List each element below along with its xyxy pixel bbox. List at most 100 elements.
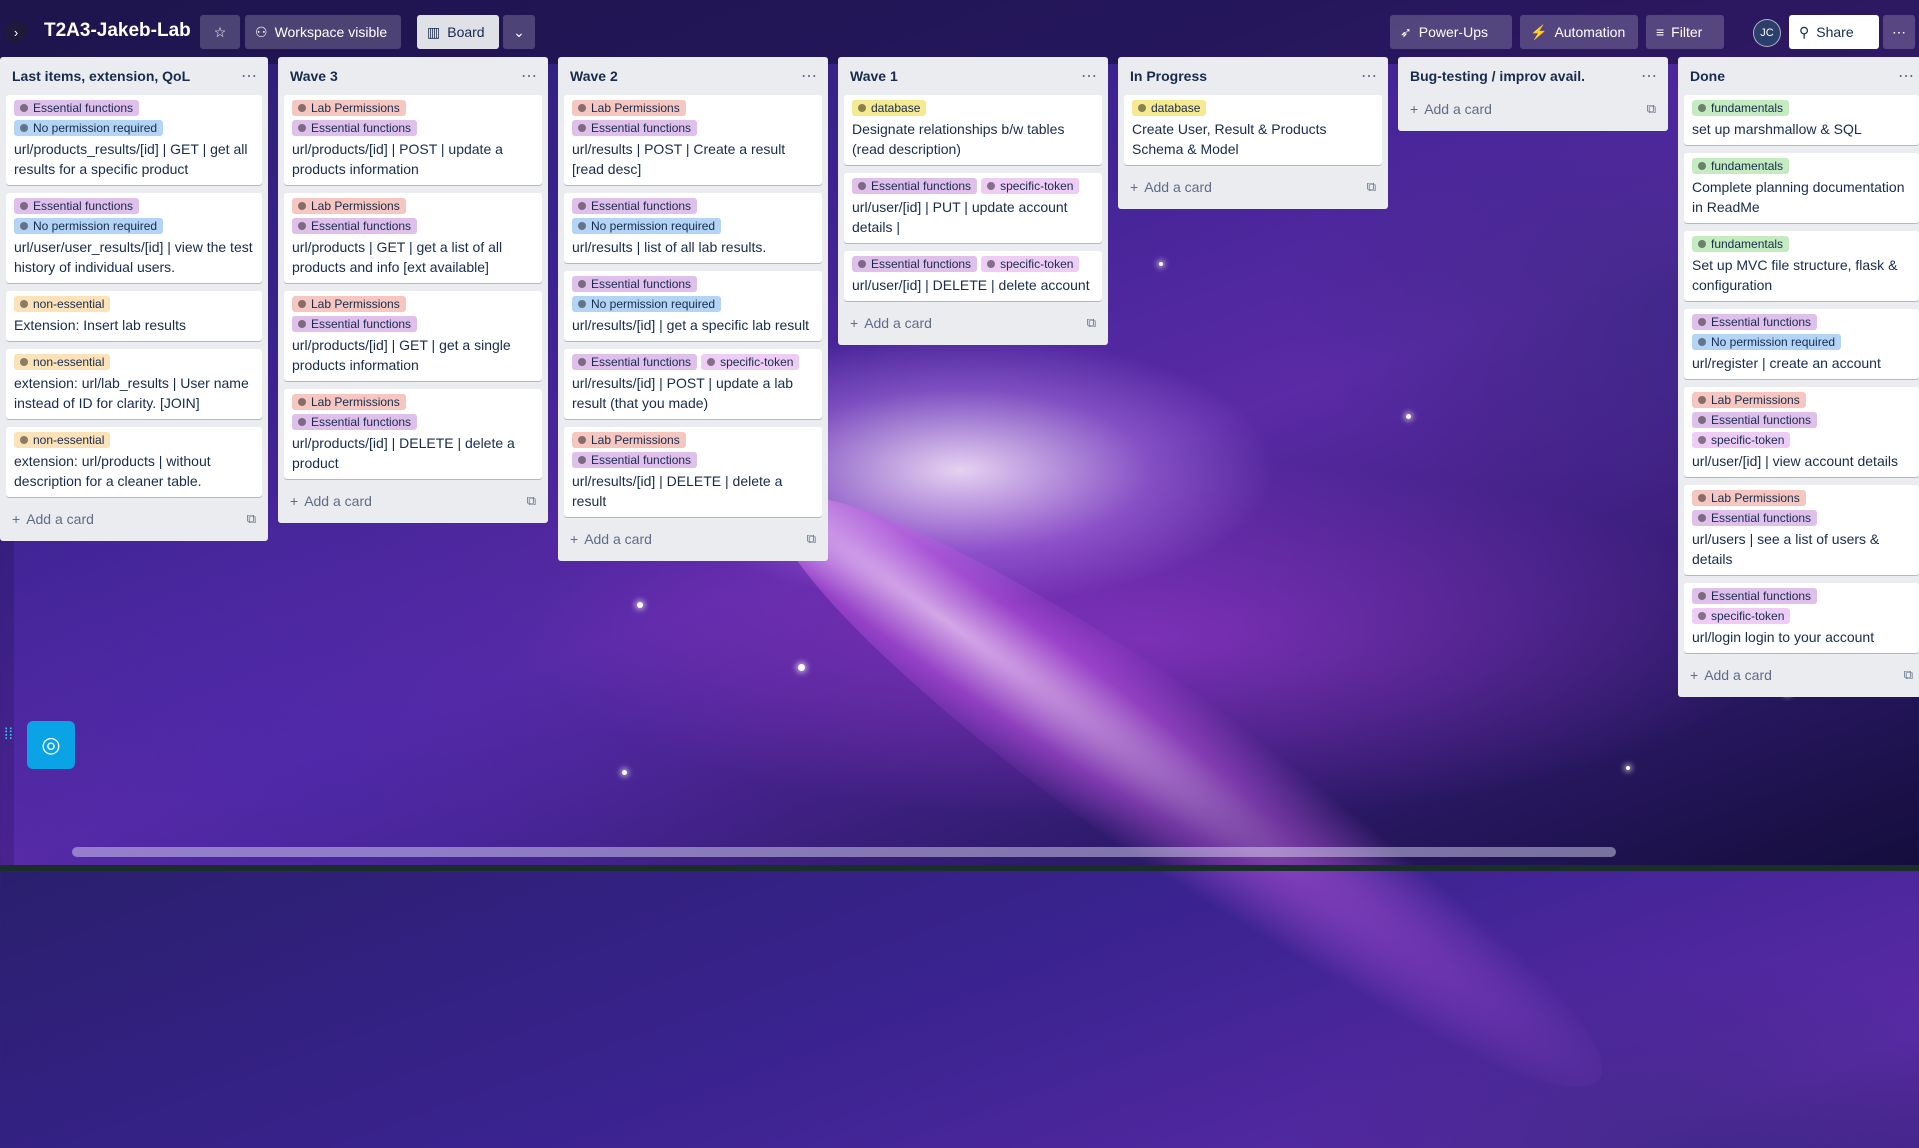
card-template-icon[interactable]: ⧉: [807, 531, 816, 547]
card-label[interactable]: Essential functions: [572, 198, 698, 214]
card[interactable]: Lab Permissions Essential functions specif…: [1684, 387, 1919, 477]
add-card-button[interactable]: + Add a card ⧉: [1404, 95, 1662, 123]
card-label[interactable]: Lab Permissions: [292, 100, 406, 116]
card-label[interactable]: database: [852, 100, 927, 116]
card-label[interactable]: specific-token: [701, 354, 800, 370]
card[interactable]: fundamentals Set up MVC file structure, f…: [1684, 231, 1919, 301]
list-header[interactable]: Last items, extension, QoL ⋯: [6, 57, 262, 95]
card-label[interactable]: Lab Permissions: [292, 198, 406, 214]
list-header[interactable]: In Progress ⋯: [1124, 57, 1382, 95]
sidebar-toggle-icon[interactable]: ›: [5, 21, 27, 43]
add-card-button[interactable]: + Add a card ⧉: [1124, 173, 1382, 201]
workspace-visibility-button[interactable]: ⚇ Workspace visible: [245, 15, 401, 49]
card-label[interactable]: Essential functions: [14, 100, 140, 116]
card[interactable]: Lab Permissions Essential functions url/re…: [564, 95, 822, 185]
card-label[interactable]: database: [1132, 100, 1207, 116]
views-dropdown-button[interactable]: ⌄: [503, 15, 535, 49]
add-card-button[interactable]: + Add a card ⧉: [6, 505, 262, 533]
list-header[interactable]: Wave 2 ⋯: [564, 57, 822, 95]
power-ups-button[interactable]: ➶ Power-Ups: [1390, 15, 1512, 49]
list-header[interactable]: Bug-testing / improv avail. ⋯: [1404, 57, 1662, 95]
card-label[interactable]: fundamentals: [1692, 236, 1790, 252]
card-label[interactable]: Essential functions: [292, 316, 418, 332]
card[interactable]: Essential functions No permission require…: [1684, 309, 1919, 379]
automation-button[interactable]: ⚡ Automation: [1520, 15, 1638, 49]
board-title[interactable]: T2A3-Jakeb-Lab: [44, 20, 191, 42]
filter-button[interactable]: ≡ Filter: [1646, 15, 1724, 49]
card-label[interactable]: Essential functions: [852, 256, 978, 272]
card[interactable]: fundamentals Complete planning documentat…: [1684, 153, 1919, 223]
assistant-widget-button[interactable]: ◎: [27, 721, 75, 769]
card[interactable]: Lab Permissions Essential functions url/us…: [1684, 485, 1919, 575]
card-label[interactable]: Essential functions: [292, 414, 418, 430]
card-label[interactable]: specific-token: [1692, 432, 1791, 448]
card-label[interactable]: non-essential: [14, 432, 111, 448]
list-header[interactable]: Done ⋯: [1684, 57, 1919, 95]
card[interactable]: Lab Permissions Essential functions url/pr…: [284, 95, 542, 185]
card-label[interactable]: No permission required: [14, 120, 164, 136]
card[interactable]: Lab Permissions Essential functions url/re…: [564, 427, 822, 517]
card-label[interactable]: No permission required: [1692, 334, 1842, 350]
card[interactable]: database Designate relationships b/w tabl…: [844, 95, 1102, 165]
card-label[interactable]: Essential functions: [292, 218, 418, 234]
card-label[interactable]: Essential functions: [572, 452, 698, 468]
add-card-button[interactable]: + Add a card ⧉: [284, 487, 542, 515]
card-label[interactable]: Essential functions: [1692, 588, 1818, 604]
card-template-icon[interactable]: ⧉: [1367, 179, 1376, 195]
card-template-icon[interactable]: ⧉: [1904, 667, 1913, 683]
list-menu-icon[interactable]: ⋯: [1641, 66, 1658, 86]
card[interactable]: Essential functions specific-token url/log…: [1684, 583, 1919, 653]
share-button[interactable]: ⚲ Share: [1789, 15, 1879, 49]
card-label[interactable]: Essential functions: [572, 276, 698, 292]
card-label[interactable]: fundamentals: [1692, 158, 1790, 174]
card[interactable]: Essential functions No permission require…: [6, 193, 262, 283]
card-label[interactable]: No permission required: [14, 218, 164, 234]
card-label[interactable]: Essential functions: [572, 120, 698, 136]
card[interactable]: Lab Permissions Essential functions url/pr…: [284, 193, 542, 283]
card[interactable]: non-essential Extension: Insert lab resul…: [6, 291, 262, 341]
card-template-icon[interactable]: ⧉: [1647, 101, 1656, 117]
list-menu-icon[interactable]: ⋯: [521, 66, 538, 86]
add-card-button[interactable]: + Add a card ⧉: [844, 309, 1102, 337]
list-title[interactable]: Bug-testing / improv avail.: [1410, 68, 1585, 84]
card[interactable]: Lab Permissions Essential functions url/pr…: [284, 389, 542, 479]
more-menu-button[interactable]: ⋯: [1883, 15, 1915, 49]
list-title[interactable]: Wave 2: [570, 68, 618, 84]
card-template-icon[interactable]: ⧉: [527, 493, 536, 509]
list-menu-icon[interactable]: ⋯: [801, 66, 818, 86]
card-label[interactable]: Lab Permissions: [1692, 490, 1806, 506]
card-label[interactable]: Essential functions: [572, 354, 698, 370]
star-board-button[interactable]: ☆: [200, 15, 240, 49]
card-label[interactable]: Essential functions: [1692, 412, 1818, 428]
list-menu-icon[interactable]: ⋯: [1361, 66, 1378, 86]
list-header[interactable]: Wave 1 ⋯: [844, 57, 1102, 95]
list-title[interactable]: Done: [1690, 68, 1725, 84]
card[interactable]: Essential functions No permission require…: [6, 95, 262, 185]
card-label[interactable]: Lab Permissions: [292, 296, 406, 312]
list-header[interactable]: Wave 3 ⋯: [284, 57, 542, 95]
card-label[interactable]: Essential functions: [14, 198, 140, 214]
card-label[interactable]: specific-token: [1692, 608, 1791, 624]
avatar[interactable]: JC: [1753, 19, 1781, 47]
card-label[interactable]: Lab Permissions: [572, 432, 686, 448]
card[interactable]: non-essential extension: url/lab_results …: [6, 349, 262, 419]
card[interactable]: fundamentals set up marshmallow & SQL: [1684, 95, 1919, 145]
list-title[interactable]: Wave 3: [290, 68, 338, 84]
card[interactable]: Essential functions specific-token url/use…: [844, 173, 1102, 243]
card[interactable]: Lab Permissions Essential functions url/pr…: [284, 291, 542, 381]
card-template-icon[interactable]: ⧉: [1087, 315, 1096, 331]
card-label[interactable]: Lab Permissions: [292, 394, 406, 410]
card-label[interactable]: non-essential: [14, 354, 111, 370]
list-title[interactable]: In Progress: [1130, 68, 1207, 84]
card-label[interactable]: Lab Permissions: [1692, 392, 1806, 408]
card[interactable]: database Create User, Result & Products S…: [1124, 95, 1382, 165]
list-title[interactable]: Last items, extension, QoL: [12, 68, 190, 84]
card-label[interactable]: No permission required: [572, 296, 722, 312]
card[interactable]: non-essential extension: url/products | w…: [6, 427, 262, 497]
card-label[interactable]: Essential functions: [292, 120, 418, 136]
card-label[interactable]: Essential functions: [1692, 510, 1818, 526]
card-template-icon[interactable]: ⧉: [247, 511, 256, 527]
drag-handle-icon[interactable]: ⁞⁞: [4, 727, 13, 743]
card-label[interactable]: non-essential: [14, 296, 111, 312]
list-title[interactable]: Wave 1: [850, 68, 898, 84]
